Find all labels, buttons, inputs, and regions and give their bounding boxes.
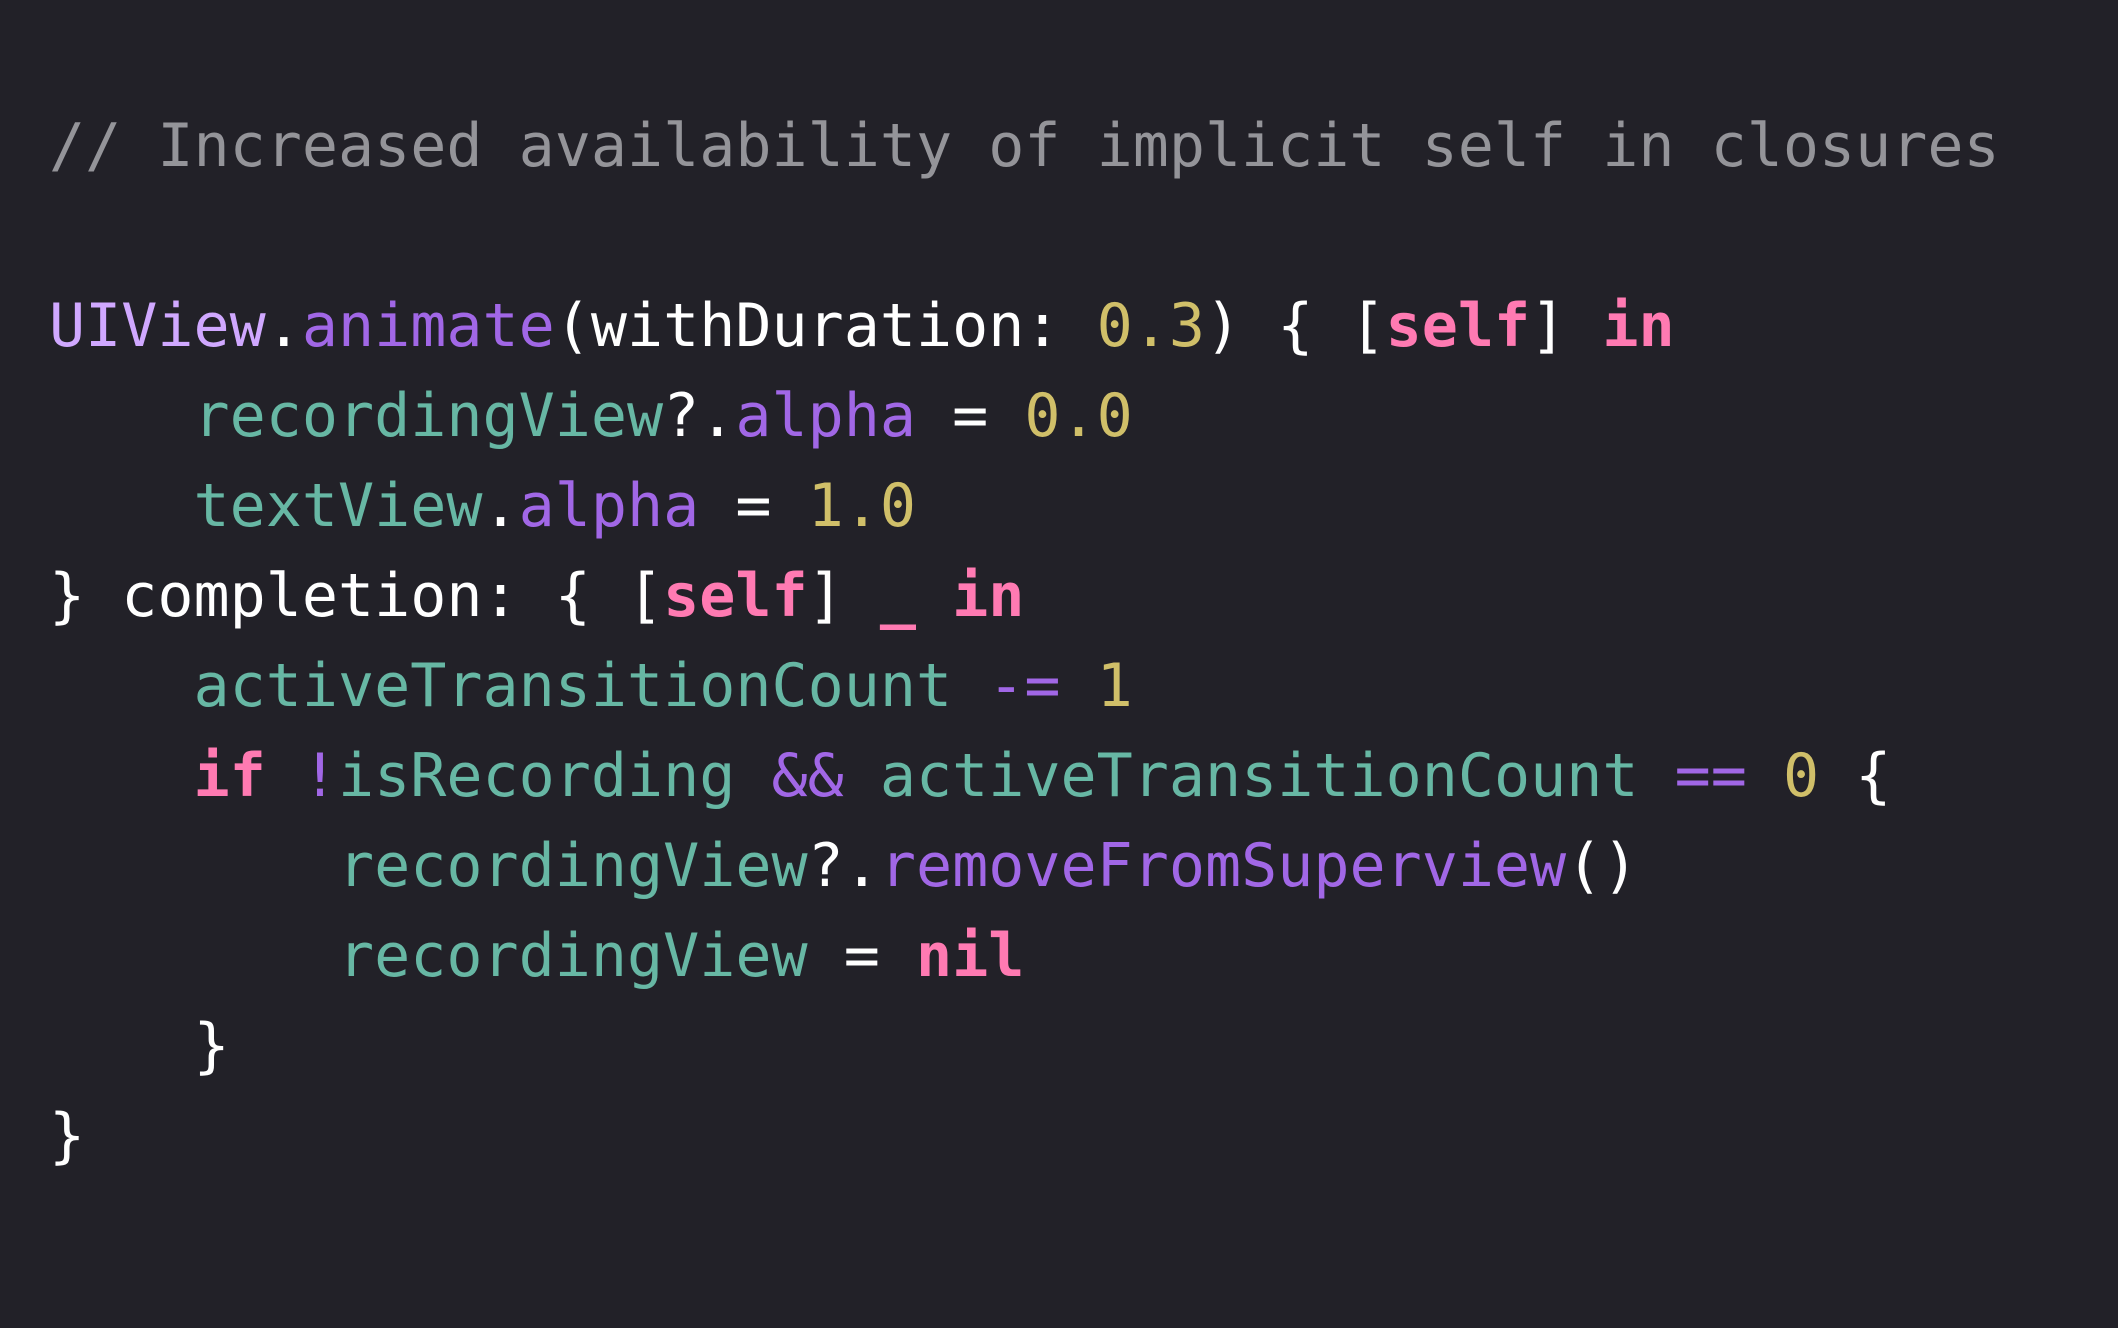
code-token-method: alpha (518, 471, 700, 541)
code-token-prop: isRecording (338, 741, 736, 811)
code-token-method: == (1674, 741, 1747, 811)
code-token-plain: . (265, 291, 302, 361)
code-block: // Increased availability of implicit se… (49, 101, 2000, 1181)
code-line: UIView.animate(withDuration: 0.3) { [sel… (49, 281, 2000, 371)
code-token-type: UIView (49, 291, 266, 361)
code-line: recordingView = nil (49, 911, 2000, 1001)
code-token-prop: recordingView (337, 831, 808, 901)
code-line: textView.alpha = 1.0 (49, 461, 2000, 551)
code-token-plain: = (699, 471, 808, 541)
code-line: activeTransitionCount -= 1 (49, 641, 2000, 731)
code-token-method: removeFromSuperview (879, 831, 1567, 901)
code-token-plain: ) { [ (1204, 291, 1386, 361)
code-token-keyword: in (952, 561, 1025, 631)
code-token-keyword: self (663, 561, 808, 631)
code-token-plain: = (807, 921, 916, 991)
code-token-plain: (withDuration: (554, 291, 1097, 361)
code-token-prop: recordingView (337, 921, 808, 991)
code-token-plain: ?. (663, 381, 736, 451)
code-line: } (49, 1001, 2000, 1091)
code-token-plain: . (482, 471, 519, 541)
code-token-prop: textView (193, 471, 483, 541)
code-line: recordingView?.alpha = 0.0 (49, 371, 2000, 461)
code-token-plain: = (915, 381, 1025, 451)
code-token-plain: { (1819, 741, 1892, 811)
code-line: if !isRecording && activeTransitionCount… (49, 731, 2000, 821)
code-line: } completion: { [self] _ in (49, 551, 2000, 641)
code-token-method: && (771, 741, 844, 811)
code-token-number: 1 (1096, 651, 1133, 721)
code-token-method: -= (988, 651, 1061, 721)
code-token-plain: } completion: { [ (49, 561, 664, 631)
code-token-keyword: if (193, 741, 266, 811)
code-line: } (49, 1091, 2000, 1181)
code-token-keyword: in (1602, 291, 1675, 361)
code-line: recordingView?.removeFromSuperview() (49, 821, 2000, 911)
code-token-plain: ] (807, 561, 880, 631)
code-token-prop: activeTransitionCount (193, 651, 953, 721)
code-token-number: 0 (1782, 741, 1820, 811)
code-token-plain: ?. (807, 831, 880, 901)
code-lines: UIView.animate(withDuration: 0.3) { [sel… (49, 281, 2000, 1181)
code-token-keyword: nil (915, 921, 1025, 991)
code-slide: { "colors": { "background": "#222128", "… (0, 0, 2118, 1328)
code-token-number: 0.0 (1024, 381, 1133, 451)
code-token-plain: } (49, 1011, 230, 1081)
code-token-number: 1.0 (807, 471, 916, 541)
code-token-plain: ] (1530, 291, 1603, 361)
code-comment: // Increased availability of implicit se… (49, 111, 2000, 181)
code-token-method: animate (301, 291, 555, 361)
code-token-prop: recordingView (193, 381, 664, 451)
code-token-plain: } (49, 1101, 86, 1171)
code-token-prop: activeTransitionCount (879, 741, 1639, 811)
code-token-keyword: self (1385, 291, 1531, 361)
code-token-plain: () (1566, 831, 1639, 901)
code-token-method: ! (301, 741, 338, 811)
code-token-keyword: _ (879, 561, 916, 631)
code-token-method: alpha (735, 381, 916, 451)
code-token-number: 0.3 (1096, 291, 1205, 361)
